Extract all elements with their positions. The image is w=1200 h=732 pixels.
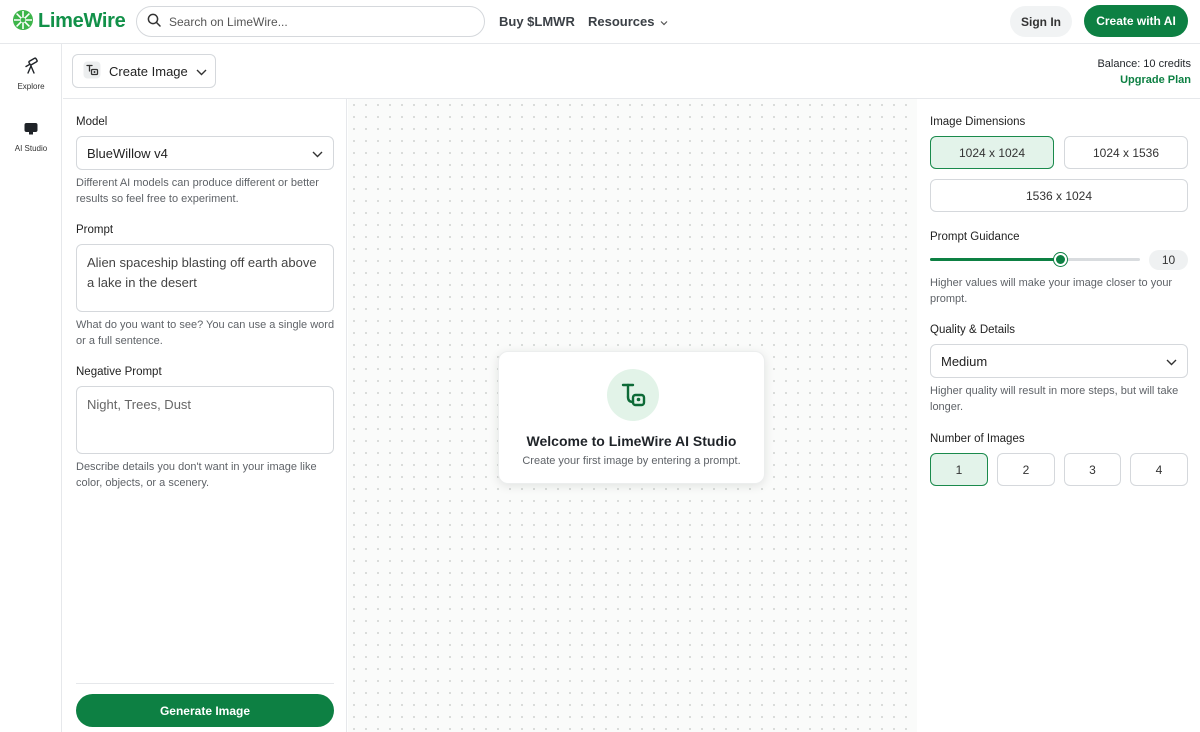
nav-resources[interactable]: Resources xyxy=(588,14,668,29)
image-count-option-2[interactable]: 2 xyxy=(997,453,1055,486)
chevron-down-icon xyxy=(196,64,207,79)
canvas-area: Welcome to LimeWire AI Studio Create you… xyxy=(348,99,917,732)
number-of-images-label: Number of Images xyxy=(930,433,1025,445)
lime-logo-icon xyxy=(12,9,34,34)
left-rail: Explore AI Studio xyxy=(0,44,62,732)
dimension-option-1024x1024[interactable]: 1024 x 1024 xyxy=(930,136,1054,169)
image-count-option-1[interactable]: 1 xyxy=(930,453,988,486)
prompt-guidance-value: 10 xyxy=(1149,250,1188,270)
rail-item-explore[interactable]: Explore xyxy=(0,57,62,91)
top-bar: LimeWire Buy $LMWR Resources Sign In Cre… xyxy=(0,0,1200,44)
logo[interactable]: LimeWire xyxy=(12,9,126,34)
welcome-card: Welcome to LimeWire AI Studio Create you… xyxy=(498,351,765,484)
nav-buy-lmwr[interactable]: Buy $LMWR xyxy=(499,14,575,29)
quality-hint: Higher quality will result in more steps… xyxy=(930,385,1179,413)
quality-label: Quality & Details xyxy=(930,324,1016,336)
text-to-image-icon xyxy=(607,369,659,421)
quality-select[interactable]: Medium xyxy=(930,344,1188,378)
logo-text: LimeWire xyxy=(38,10,126,32)
negative-prompt-hint: Describe details you don't want in your … xyxy=(76,461,317,489)
search-icon xyxy=(147,13,161,30)
model-hint: Different AI models can produce differen… xyxy=(76,177,319,205)
create-with-ai-button[interactable]: Create with AI xyxy=(1084,5,1188,37)
model-label: Model xyxy=(76,116,108,128)
telescope-icon xyxy=(22,57,40,78)
dimension-option-1024x1536[interactable]: 1024 x 1536 xyxy=(1064,136,1188,169)
image-count-option-3[interactable]: 3 xyxy=(1064,453,1121,486)
dimension-option-1536x1024[interactable]: 1536 x 1024 xyxy=(930,179,1188,212)
prompt-textarea[interactable]: Alien spaceship blasting off earth above… xyxy=(76,244,334,312)
slider-thumb[interactable] xyxy=(1054,253,1067,266)
balance-info: Balance: 10 credits Upgrade Plan xyxy=(1097,56,1191,88)
mode-select-label: Create Image xyxy=(109,63,188,79)
prompt-guidance-label: Prompt Guidance xyxy=(930,231,1020,243)
balance-text: Balance: 10 credits xyxy=(1097,58,1191,70)
monitor-icon xyxy=(23,123,39,140)
image-count-option-4[interactable]: 4 xyxy=(1130,453,1188,486)
settings-panel-right: Image Dimensions 1024 x 1024 1024 x 1536… xyxy=(918,99,1200,732)
upgrade-plan-link[interactable]: Upgrade Plan xyxy=(1097,72,1191,88)
negative-prompt-textarea[interactable] xyxy=(76,386,334,454)
prompt-hint: What do you want to see? You can use a s… xyxy=(76,319,335,347)
welcome-subtitle: Create your first image by entering a pr… xyxy=(522,455,741,467)
prompt-label: Prompt xyxy=(76,224,114,236)
text-to-image-icon xyxy=(83,61,101,82)
mode-select[interactable]: Create Image xyxy=(72,54,216,88)
model-select[interactable]: BlueWillow v4 xyxy=(76,136,334,170)
chevron-down-icon xyxy=(312,146,323,161)
sign-in-button[interactable]: Sign In xyxy=(1010,6,1072,37)
search-bar[interactable] xyxy=(136,6,485,37)
chevron-down-icon xyxy=(660,14,668,29)
slider-fill xyxy=(930,258,1060,261)
rail-item-ai-studio[interactable]: AI Studio xyxy=(0,121,62,153)
welcome-title: Welcome to LimeWire AI Studio xyxy=(526,433,737,449)
quality-select-value: Medium xyxy=(941,353,988,369)
divider xyxy=(76,683,334,684)
settings-panel-left: Model BlueWillow v4 Different AI models … xyxy=(63,99,347,732)
rail-label-ai-studio: AI Studio xyxy=(14,144,48,153)
search-input[interactable] xyxy=(169,14,449,29)
prompt-guidance-slider[interactable] xyxy=(930,249,1142,269)
model-select-value: BlueWillow v4 xyxy=(87,145,168,161)
rail-label-explore: Explore xyxy=(17,82,45,91)
negative-prompt-label: Negative Prompt xyxy=(76,366,162,378)
image-dimensions-label: Image Dimensions xyxy=(930,116,1026,128)
generate-image-button[interactable]: Generate Image xyxy=(76,694,334,727)
chevron-down-icon xyxy=(1166,354,1177,369)
sub-header: Create Image Balance: 10 credits Upgrade… xyxy=(63,44,1200,99)
nav-resources-label: Resources xyxy=(588,14,655,29)
prompt-guidance-hint: Higher values will make your image close… xyxy=(930,277,1173,305)
